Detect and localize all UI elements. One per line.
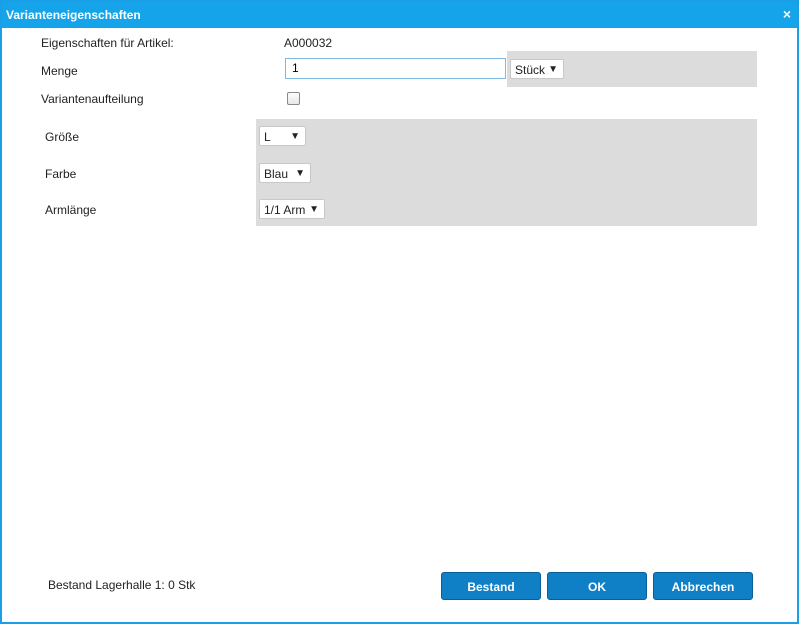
- cancel-button[interactable]: Abbrechen: [653, 572, 753, 600]
- unit-select[interactable]: Stück ▼: [510, 59, 564, 79]
- sleeve-length-select[interactable]: 1/1 Arm ▼: [259, 199, 325, 219]
- title-bar[interactable]: Varianteneigenschaften ×: [2, 2, 797, 28]
- chevron-down-icon: ▼: [290, 131, 300, 142]
- variant-split-checkbox[interactable]: [287, 92, 300, 105]
- dialog-title: Varianteneigenschaften: [6, 8, 141, 22]
- chevron-down-icon: ▼: [295, 168, 305, 179]
- size-select-value: L: [264, 130, 271, 144]
- chevron-down-icon: ▼: [548, 64, 558, 75]
- sleeve-length-label: Armlänge: [45, 203, 97, 217]
- quantity-input[interactable]: [285, 58, 506, 79]
- color-select[interactable]: Blau ▼: [259, 163, 311, 183]
- ok-button[interactable]: OK: [547, 572, 647, 600]
- stock-info: Bestand Lagerhalle 1: 0 Stk: [48, 578, 196, 592]
- article-label: Eigenschaften für Artikel:: [41, 36, 174, 50]
- sleeve-length-select-value: 1/1 Arm: [264, 203, 306, 217]
- unit-select-value: Stück: [515, 63, 546, 77]
- color-label: Farbe: [45, 167, 77, 181]
- color-select-value: Blau: [264, 167, 289, 181]
- article-number: A000032: [284, 36, 333, 50]
- variant-split-label: Variantenaufteilung: [41, 92, 144, 106]
- variant-properties-dialog: Varianteneigenschaften × Eigenschaften f…: [0, 0, 799, 624]
- close-icon[interactable]: ×: [783, 7, 791, 21]
- size-label: Größe: [45, 130, 80, 144]
- quantity-label: Menge: [41, 64, 78, 78]
- size-select[interactable]: L ▼: [259, 126, 306, 146]
- attribute-panel: [256, 119, 757, 226]
- stock-button[interactable]: Bestand: [441, 572, 541, 600]
- chevron-down-icon: ▼: [309, 204, 319, 215]
